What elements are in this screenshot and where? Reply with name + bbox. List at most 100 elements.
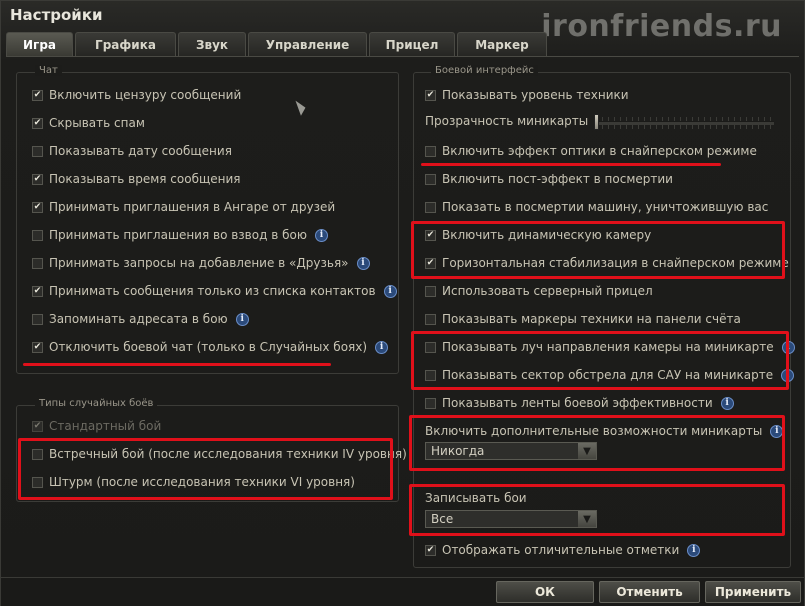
checkbox[interactable] (425, 313, 436, 325)
settings-window: Настройки ironfriends.ru Игра Графика Зв… (0, 0, 805, 606)
checkbox[interactable] (425, 341, 436, 353)
battle-ui-label: Показывать сектор обстрела для САУ на ми… (442, 368, 774, 382)
battle-ui-item[interactable]: Включить пост-эффект в посмертии (425, 171, 673, 187)
chat-item-label: Отключить боевой чат (только в Случайных… (49, 340, 368, 354)
chat-item-label: Принимать запросы на добавление в «Друзь… (49, 256, 349, 270)
ok-button[interactable]: ОК (496, 581, 594, 603)
checkbox (32, 420, 43, 432)
chat-item[interactable]: Скрывать спам (32, 115, 145, 131)
checkbox[interactable] (32, 229, 43, 241)
checkbox[interactable] (425, 544, 436, 556)
checkbox[interactable] (32, 173, 43, 185)
chat-item-label: Показывать время сообщения (49, 172, 241, 186)
cancel-button[interactable]: Отменить (599, 581, 700, 603)
battle-ui-item[interactable]: Использовать серверный прицел (425, 283, 653, 299)
record-battles-dropdown[interactable]: Все ▼ (425, 510, 597, 528)
show-tier-label: Показывать уровень техники (442, 88, 629, 102)
battle-ui-item[interactable]: Показать в посмертии машину, уничтожившу… (425, 199, 768, 215)
chat-item[interactable]: Принимать приглашения во взвод в бою i (32, 227, 328, 243)
checkbox[interactable] (425, 257, 436, 269)
info-icon[interactable]: i (781, 340, 795, 354)
window-title: Настройки (10, 6, 103, 24)
chat-item[interactable]: Показывать время сообщения (32, 171, 241, 187)
battle-type-label: Встречный бой (после исследования техник… (49, 447, 407, 461)
info-icon[interactable]: i (356, 256, 370, 270)
checkbox[interactable] (425, 369, 436, 381)
chat-group-title: Чат (35, 65, 62, 76)
tab-sight[interactable]: Прицел (369, 32, 455, 56)
chat-item[interactable]: Принимать сообщения только из списка кон… (32, 283, 397, 299)
chat-item[interactable]: Отключить боевой чат (только в Случайных… (32, 339, 389, 355)
tab-divider (6, 56, 799, 57)
tab-controls[interactable]: Управление (248, 32, 367, 56)
checkbox[interactable] (425, 229, 436, 241)
chat-item-label: Принимать приглашения в Ангаре от друзей (49, 200, 336, 214)
battle-type-item[interactable]: Встречный бой (после исследования техник… (32, 446, 407, 462)
checkbox[interactable] (425, 397, 436, 409)
battle-ui-item[interactable]: Показывать маркеры техники на панели счё… (425, 311, 741, 327)
battle-ui-label: Показывать ленты боевой эффективности (442, 396, 713, 410)
battle-ui-item[interactable]: Включить динамическую камеру (425, 227, 651, 243)
checkbox[interactable] (32, 257, 43, 269)
dropdown-value: Все (431, 512, 454, 526)
checkbox[interactable] (425, 173, 436, 185)
slider-handle[interactable] (594, 114, 599, 130)
info-icon[interactable]: i (235, 312, 249, 326)
info-icon[interactable]: i (375, 340, 389, 354)
chat-item[interactable]: Включить цензуру сообщений (32, 87, 241, 103)
battle-ui-label: Включить пост-эффект в посмертии (442, 172, 673, 186)
checkbox[interactable] (425, 201, 436, 213)
chevron-down-icon[interactable]: ▼ (578, 511, 596, 527)
checkbox[interactable] (32, 313, 43, 325)
info-icon[interactable]: i (781, 368, 795, 382)
checkbox[interactable] (32, 145, 43, 157)
show-tier-item[interactable]: Показывать уровень техники (425, 87, 629, 103)
checkbox[interactable] (425, 145, 436, 157)
chat-item-label: Принимать приглашения во взвод в бою (49, 228, 307, 242)
chat-item-label: Запоминать адресата в бою (49, 312, 228, 326)
apply-button[interactable]: Применить (705, 581, 801, 603)
battle-ui-item[interactable]: Горизонтальная стабилизация в снайперско… (425, 255, 789, 271)
info-icon[interactable]: i (720, 396, 734, 410)
checkbox[interactable] (32, 201, 43, 213)
battle-ui-label: Показывать маркеры техники на панели счё… (442, 312, 741, 326)
minimap-extra-dropdown[interactable]: Никогда ▼ (425, 442, 597, 460)
battle-ui-item[interactable]: Показывать сектор обстрела для САУ на ми… (425, 367, 795, 383)
checkbox[interactable] (32, 341, 43, 353)
chevron-down-icon[interactable]: ▼ (578, 443, 596, 459)
chat-item[interactable]: Принимать запросы на добавление в «Друзь… (32, 255, 370, 271)
checkbox[interactable] (425, 285, 436, 297)
minimap-extra-label: Включить дополнительные возможности мини… (425, 424, 763, 438)
battle-ui-item[interactable]: Показывать луч направления камеры на мин… (425, 339, 795, 355)
minimap-transparency-slider[interactable] (596, 121, 774, 125)
battle-type-item[interactable]: Штурм (после исследования техники VI уро… (32, 474, 355, 490)
tab-graphics[interactable]: Графика (75, 32, 176, 56)
info-icon[interactable]: i (314, 228, 328, 242)
chat-item[interactable]: Показывать дату сообщения (32, 143, 232, 159)
info-icon[interactable]: i (770, 424, 784, 438)
checkbox[interactable] (32, 285, 43, 297)
battle-type-item: Стандартный бой (32, 418, 161, 434)
battle-ui-label: Горизонтальная стабилизация в снайперско… (442, 256, 789, 270)
info-icon[interactable]: i (687, 543, 701, 557)
info-icon[interactable]: i (383, 284, 397, 298)
dropdown-value: Никогда (431, 444, 485, 458)
battle-ui-item[interactable]: Включить эффект оптики в снайперском реж… (425, 143, 757, 159)
checkbox[interactable] (32, 476, 43, 488)
checkbox[interactable] (32, 448, 43, 460)
tab-marker[interactable]: Маркер (457, 32, 547, 56)
chat-item-label: Включить цензуру сообщений (49, 88, 242, 102)
checkbox[interactable] (32, 117, 43, 129)
record-battles-label: Записывать бои (425, 491, 527, 505)
chat-item[interactable]: Принимать приглашения в Ангаре от друзей (32, 199, 335, 215)
minimap-extra-row: Включить дополнительные возможности мини… (425, 423, 784, 439)
show-marks-item[interactable]: Отображать отличительные отметки i (425, 542, 701, 558)
tab-game[interactable]: Игра (6, 32, 73, 56)
checkbox[interactable] (425, 89, 436, 101)
tab-sound[interactable]: Звук (178, 32, 246, 56)
battle-ui-item[interactable]: Показывать ленты боевой эффективности i (425, 395, 734, 411)
chat-item[interactable]: Запоминать адресата в бою i (32, 311, 249, 327)
checkbox[interactable] (32, 89, 43, 101)
battle-ui-title: Боевой интерфейс (431, 65, 538, 76)
battle-ui-label: Включить эффект оптики в снайперском реж… (442, 144, 757, 158)
